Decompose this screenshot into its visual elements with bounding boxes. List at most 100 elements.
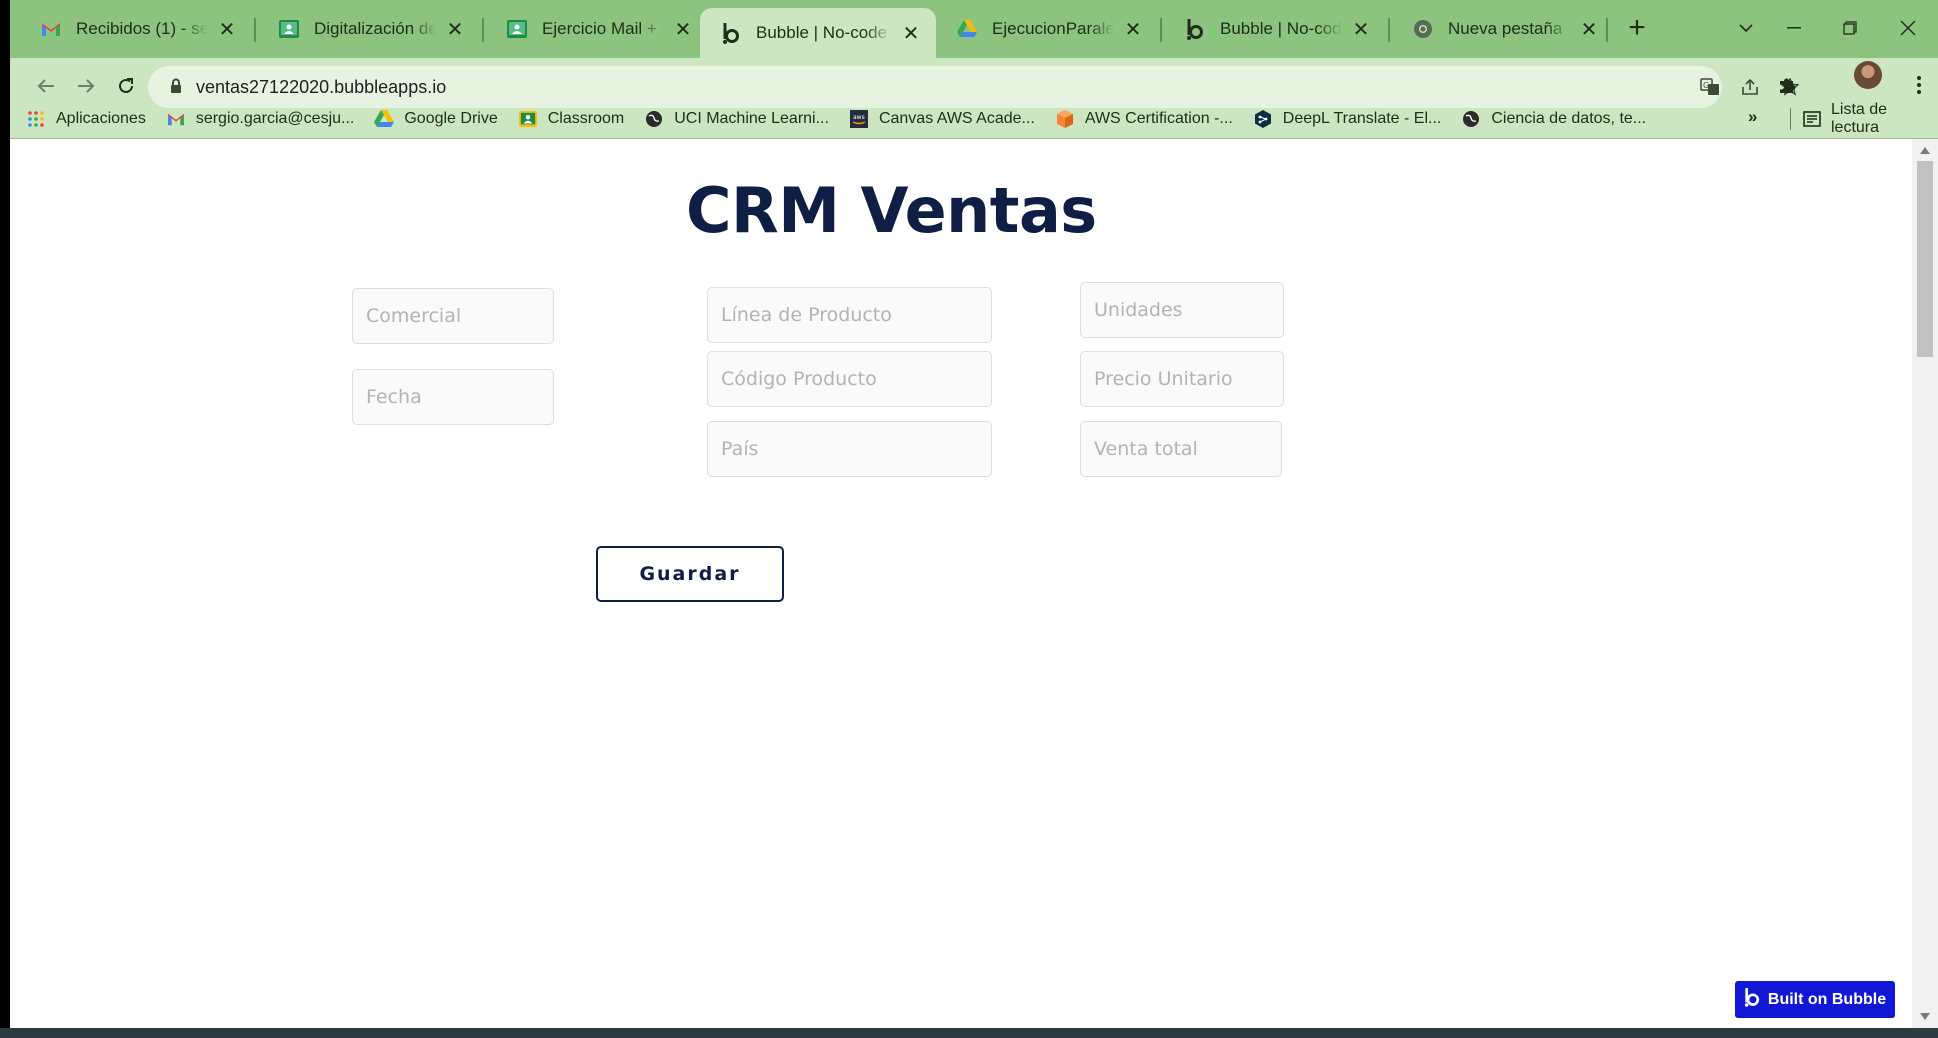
more-bookmarks-button[interactable]: »	[1748, 107, 1757, 127]
tab-search-icon[interactable]	[1726, 10, 1766, 46]
divider	[1790, 108, 1791, 130]
close-window-icon[interactable]	[1888, 10, 1928, 46]
badge-label: Built on Bubble	[1767, 990, 1887, 1008]
apps-grid-icon	[26, 109, 46, 129]
tab-title: Nueva pestaña	[1448, 19, 1563, 38]
reading-list-label: Lista de lectura	[1830, 101, 1888, 136]
back-icon[interactable]	[28, 68, 64, 104]
tab-separator	[482, 18, 484, 42]
tab-separator	[1606, 18, 1608, 42]
page-content: CRM Ventas Guardar Built on Bubble	[10, 139, 1912, 1028]
restore-icon[interactable]	[1830, 10, 1870, 46]
extensions-icon[interactable]	[1772, 70, 1802, 100]
reload-icon[interactable]	[108, 68, 144, 104]
bookmark-uci[interactable]: UCI Machine Learni...	[644, 109, 829, 129]
close-icon[interactable]: ✕	[1122, 18, 1144, 41]
tab-title: Ejercicio Mail + Worfl	[542, 19, 664, 38]
comercial-input[interactable]	[352, 288, 554, 344]
tab-digitalizacion[interactable]: Digitalización de proc ✕	[258, 8, 480, 50]
bookmark-apps[interactable]: Aplicaciones	[26, 109, 146, 129]
new-tab-button[interactable]: +	[1622, 13, 1652, 44]
aws-cube-icon	[1055, 109, 1075, 129]
bookmark-deepl[interactable]: DeepL Translate - El...	[1253, 109, 1442, 129]
bookmark-label: AWS Certification -...	[1084, 110, 1233, 127]
scrollbar[interactable]	[1912, 139, 1938, 1028]
bookmark-canvas-aws[interactable]: aws Canvas AWS Acade...	[849, 109, 1035, 129]
built-on-bubble-badge[interactable]: Built on Bubble	[1735, 981, 1895, 1018]
bubble-icon	[1744, 987, 1760, 1013]
bookmark-gmail[interactable]: sergio.garcia@cesju...	[166, 109, 355, 129]
bubble-icon	[1184, 18, 1206, 40]
close-icon[interactable]: ✕	[672, 18, 694, 41]
bookmark-label: Google Drive	[404, 110, 498, 127]
tab-strip: Recibidos (1) - sergio. ✕ Digitalización…	[10, 0, 1938, 58]
close-icon[interactable]: ✕	[1578, 18, 1600, 41]
bookmark-ciencia-datos[interactable]: Ciencia de datos, te...	[1461, 109, 1646, 129]
page-title: CRM Ventas	[686, 174, 1097, 247]
tab-ejecucion-paralela[interactable]: EjecucionParalela.zip ✕	[936, 8, 1158, 50]
tab-separator	[254, 18, 256, 42]
aws-icon: aws	[849, 109, 869, 129]
tab-bubble[interactable]: Bubble | No-code app ✕	[1164, 8, 1386, 50]
globe-icon	[1461, 109, 1481, 129]
bookmark-aws-certification[interactable]: AWS Certification -...	[1055, 109, 1233, 129]
scroll-thumb[interactable]	[1917, 161, 1933, 357]
svg-text:aws: aws	[853, 114, 865, 121]
tab-title: Recibidos (1) - sergio.	[76, 19, 208, 38]
classroom-icon	[506, 18, 528, 40]
tab-title: Bubble | No-code app	[756, 23, 892, 42]
gmail-icon	[40, 18, 62, 40]
classroom-icon	[518, 109, 538, 129]
bookmark-label: sergio.garcia@cesju...	[195, 110, 355, 127]
scroll-down-icon[interactable]	[1920, 1013, 1930, 1020]
bookmark-label: Classroom	[547, 110, 625, 127]
bookmark-google-drive[interactable]: Google Drive	[374, 109, 498, 129]
google-drive-icon	[956, 18, 978, 40]
tab-nueva-pestana[interactable]: Nueva pestaña ✕	[1392, 8, 1614, 50]
deepl-icon	[1253, 109, 1273, 129]
tab-title: EjecucionParalela.zip	[992, 19, 1114, 38]
fecha-input[interactable]	[352, 369, 554, 425]
close-icon[interactable]: ✕	[216, 18, 238, 41]
avatar[interactable]	[1854, 61, 1882, 89]
menu-icon[interactable]	[1904, 70, 1934, 100]
unidades-input[interactable]	[1080, 282, 1284, 338]
share-icon[interactable]	[1738, 75, 1762, 99]
reading-list-button[interactable]: Lista de lectura	[1790, 100, 1938, 138]
tab-ejercicio-mail[interactable]: Ejercicio Mail + Worfl ✕	[486, 8, 708, 50]
classroom-icon	[278, 18, 300, 40]
tab-separator	[1160, 18, 1162, 42]
scroll-up-icon[interactable]	[1920, 147, 1930, 154]
venta-total-input[interactable]	[1080, 421, 1282, 477]
close-icon[interactable]: ✕	[900, 22, 922, 45]
globe-icon	[644, 109, 664, 129]
bookmark-label: Aplicaciones	[56, 110, 146, 127]
tab-gmail[interactable]: Recibidos (1) - sergio. ✕	[20, 8, 252, 50]
precio-unitario-input[interactable]	[1080, 351, 1284, 407]
svg-text:G: G	[1703, 81, 1709, 90]
lock-icon[interactable]	[170, 78, 182, 99]
tab-separator	[1388, 18, 1390, 42]
bookmark-label: DeepL Translate - El...	[1282, 110, 1442, 127]
pais-input[interactable]	[707, 421, 992, 477]
taskbar-edge	[0, 1028, 1938, 1038]
reading-list-icon	[1803, 111, 1821, 127]
bookmark-label: Canvas AWS Acade...	[878, 110, 1035, 127]
linea-producto-input[interactable]	[707, 287, 992, 343]
tab-bubble-active[interactable]: Bubble | No-code app ✕	[700, 8, 936, 58]
bubble-icon	[720, 22, 742, 44]
translate-icon[interactable]: G	[1698, 75, 1722, 99]
tab-title: Digitalización de proc	[314, 19, 436, 38]
bookmarks-bar: Aplicaciones sergio.garcia@cesju... Goog…	[10, 100, 1938, 138]
close-icon[interactable]: ✕	[444, 18, 466, 41]
forward-icon[interactable]	[68, 68, 104, 104]
save-button[interactable]: Guardar	[596, 546, 784, 602]
google-drive-icon	[374, 109, 395, 129]
minimize-icon[interactable]	[1774, 10, 1814, 46]
bookmark-label: UCI Machine Learni...	[674, 110, 829, 127]
gmail-icon	[166, 109, 186, 129]
codigo-producto-input[interactable]	[707, 351, 992, 407]
tab-title: Bubble | No-code app	[1220, 19, 1342, 38]
bookmark-classroom[interactable]: Classroom	[518, 109, 624, 129]
close-icon[interactable]: ✕	[1350, 18, 1372, 41]
